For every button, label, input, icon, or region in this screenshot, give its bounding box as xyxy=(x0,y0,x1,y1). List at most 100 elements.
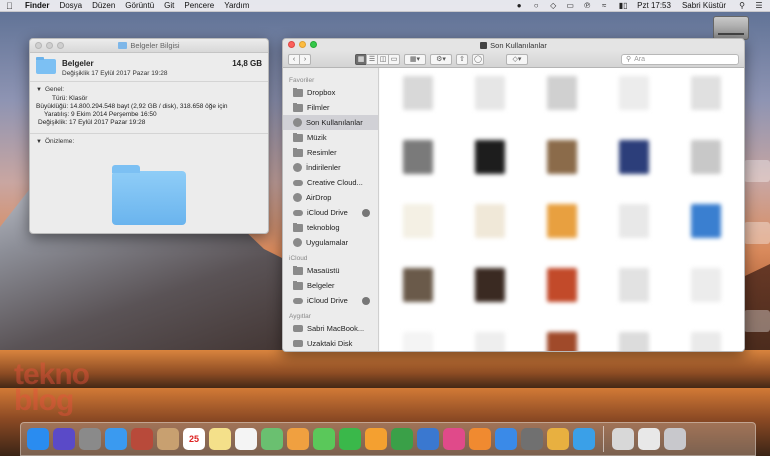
action-gear-icon[interactable]: ⚙▾ xyxy=(430,53,452,65)
preview-section-toggle[interactable]: ▼ Önizleme: xyxy=(30,134,268,147)
file-item[interactable] xyxy=(466,332,514,351)
keynote-icon[interactable] xyxy=(417,428,439,450)
apple-menu-icon[interactable]:  xyxy=(6,1,15,11)
wifi-icon[interactable]: ≈ xyxy=(599,1,609,10)
ibooks-icon[interactable] xyxy=(469,428,491,450)
sidebar-item[interactable]: Son Kullanılanlar xyxy=(283,115,378,130)
group-by-button[interactable]: ▦▾ xyxy=(404,53,426,65)
sidebar-item[interactable]: Müzik xyxy=(283,130,378,145)
spotlight-icon[interactable]: ⚲ xyxy=(737,1,747,10)
bluetooth-icon[interactable]: ℗ xyxy=(582,1,592,10)
finder-titlebar[interactable]: Son Kullanılanlar xyxy=(283,39,744,51)
clock[interactable]: Pzt 17:53 xyxy=(637,1,671,10)
file-item[interactable] xyxy=(682,140,730,192)
sidebar-item[interactable]: Uzaktaki Disk xyxy=(283,336,378,351)
photo-booth-icon[interactable] xyxy=(131,428,153,450)
file-item[interactable] xyxy=(394,140,442,192)
twitter-icon[interactable] xyxy=(573,428,595,450)
file-item[interactable] xyxy=(538,140,586,192)
file-item[interactable] xyxy=(538,204,586,256)
facetime-icon[interactable] xyxy=(339,428,361,450)
notes-icon[interactable] xyxy=(209,428,231,450)
general-section-toggle[interactable]: ▼ Genel: xyxy=(30,82,268,95)
minimize-button[interactable] xyxy=(46,42,53,49)
reminders-icon[interactable] xyxy=(235,428,257,450)
sidebar-item[interactable]: teknoblog xyxy=(283,220,378,235)
file-item[interactable] xyxy=(610,332,658,351)
zoom-button[interactable] xyxy=(57,42,64,49)
maps-icon[interactable] xyxy=(261,428,283,450)
file-item[interactable] xyxy=(466,268,514,320)
safari-icon[interactable] xyxy=(105,428,127,450)
sidebar-item[interactable]: Uygulamalar xyxy=(283,235,378,250)
documents-stack-icon[interactable] xyxy=(638,428,660,450)
sidebar-item[interactable]: Creative Cloud... xyxy=(283,175,378,190)
desktop-item[interactable] xyxy=(744,160,770,182)
dropbox-status-icon[interactable]: ◇ xyxy=(548,1,558,10)
siri-icon[interactable] xyxy=(53,428,75,450)
itunes-icon[interactable] xyxy=(443,428,465,450)
file-item[interactable] xyxy=(682,332,730,351)
calendar-icon[interactable]: 25 xyxy=(183,428,205,450)
info-window-titlebar[interactable]: Belgeler Bilgisi xyxy=(30,39,268,53)
file-item[interactable] xyxy=(682,76,730,128)
menu-duzen[interactable]: Düzen xyxy=(92,1,115,10)
sidebar-item[interactable]: Resimler xyxy=(283,145,378,160)
desktop-item[interactable] xyxy=(744,222,770,244)
menu-git[interactable]: Git xyxy=(164,1,174,10)
system-preferences-icon[interactable] xyxy=(521,428,543,450)
menu-dosya[interactable]: Dosya xyxy=(59,1,82,10)
messages-icon[interactable] xyxy=(313,428,335,450)
file-item[interactable] xyxy=(394,268,442,320)
sidebar-item[interactable]: Sabri MacBook... xyxy=(283,321,378,336)
chrome-icon[interactable] xyxy=(547,428,569,450)
file-item[interactable] xyxy=(538,332,586,351)
menu-goruntu[interactable]: Görüntü xyxy=(125,1,154,10)
sidebar-item[interactable]: AirDrop xyxy=(283,190,378,205)
dropbox-toolbar-icon[interactable]: ◇▾ xyxy=(506,53,528,65)
sidebar-item[interactable]: Filmler xyxy=(283,100,378,115)
finder-icon[interactable] xyxy=(27,428,49,450)
file-item[interactable] xyxy=(466,140,514,192)
file-item[interactable] xyxy=(538,268,586,320)
minimize-button[interactable] xyxy=(299,41,306,48)
file-item[interactable] xyxy=(538,76,586,128)
user-name[interactable]: Sabri Küstür xyxy=(682,1,726,10)
file-item[interactable] xyxy=(394,204,442,256)
menu-yardim[interactable]: Yardım xyxy=(224,1,249,10)
app-store-icon[interactable] xyxy=(495,428,517,450)
file-item[interactable] xyxy=(610,140,658,192)
file-item[interactable] xyxy=(610,268,658,320)
zoom-button[interactable] xyxy=(310,41,317,48)
sidebar-item[interactable]: Belgeler xyxy=(283,278,378,293)
contacts-icon[interactable] xyxy=(157,428,179,450)
numbers-icon[interactable] xyxy=(391,428,413,450)
sidebar-item[interactable]: İndirilenler xyxy=(283,160,378,175)
search-input[interactable] xyxy=(634,55,735,63)
close-button[interactable] xyxy=(288,41,295,48)
sidebar-item[interactable]: iCloud Drive xyxy=(283,293,378,308)
menu-app-name[interactable]: Finder xyxy=(25,1,49,10)
file-item[interactable] xyxy=(466,76,514,128)
share-icon[interactable]: ⇧ xyxy=(456,53,468,65)
menu-pencere[interactable]: Pencere xyxy=(184,1,214,10)
desktop-item[interactable] xyxy=(744,310,770,332)
file-item[interactable] xyxy=(466,204,514,256)
battery-icon[interactable]: ▮▯ xyxy=(616,1,630,10)
file-item[interactable] xyxy=(394,332,442,351)
file-item[interactable] xyxy=(610,76,658,128)
close-button[interactable] xyxy=(35,42,42,49)
sidebar-item[interactable]: iCloud Drive xyxy=(283,205,378,220)
file-item[interactable] xyxy=(610,204,658,256)
creative-cloud-status-icon[interactable]: ○ xyxy=(531,1,541,10)
sidebar-item[interactable]: Dropbox xyxy=(283,85,378,100)
downloads-stack-icon[interactable] xyxy=(612,428,634,450)
file-item[interactable] xyxy=(682,268,730,320)
tag-icon[interactable]: ◯ xyxy=(472,53,484,65)
trash-icon[interactable] xyxy=(664,428,686,450)
gallery-view-button[interactable]: ▭ xyxy=(388,53,400,65)
file-item[interactable] xyxy=(682,204,730,256)
sidebar-item[interactable]: Masaüstü xyxy=(283,263,378,278)
file-item[interactable] xyxy=(394,76,442,128)
twitter-status-icon[interactable]: ● xyxy=(514,1,524,10)
